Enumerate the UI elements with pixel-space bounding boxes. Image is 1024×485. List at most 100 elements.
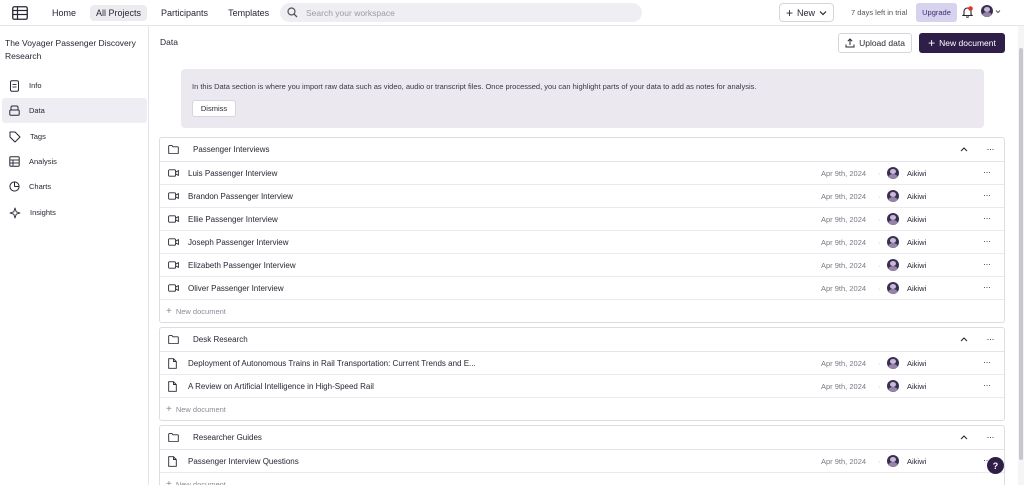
document-date: Apr 9th, 2024 [821,283,867,293]
new-dropdown-button[interactable]: + New [779,3,834,22]
scrollbar-thumb[interactable] [1019,48,1023,460]
document-row[interactable]: A Review on Artificial Intelligence in H… [160,375,1004,398]
document-row[interactable]: Elizabeth Passenger Interview Apr 9th, 20… [160,254,1004,277]
document-row[interactable]: Ellie Passenger Interview Apr 9th, 2024 · A… [160,208,1004,231]
sparkle-icon [9,207,21,218]
document-title[interactable]: Luis Passenger Interview [188,169,277,178]
new-document-row[interactable]: + New document [160,398,1004,420]
sidebar-item-label: Charts [29,182,52,191]
folder-section: Desk Research ··· Deployment of Autonomous… [159,327,1005,421]
plus-icon: + [928,36,936,50]
sidebar-item-data[interactable]: Data [2,98,147,123]
folder-icon [168,335,186,344]
author-avatar [887,282,899,294]
folder-name: Researcher Guides [193,433,262,442]
project-title: The Voyager Passenger Discovery Research [5,38,136,61]
folder-section: Passenger Interviews ··· Luis Passenger In… [159,137,1005,323]
document-author: Aikiwi [907,168,927,178]
sidebar-item-charts[interactable]: Charts [2,174,147,199]
more-options-icon[interactable]: ··· [983,357,991,367]
sidebar-item-tags[interactable]: Tags [2,124,147,149]
separator-dot: · [878,456,881,466]
separator-dot: · [878,358,881,368]
document-row[interactable]: Oliver Passenger Interview Apr 9th, 2024 ·… [160,277,1004,300]
new-document-row-label: New document [175,306,226,316]
user-avatar-menu[interactable] [981,5,1001,17]
collapse-chevron-icon[interactable] [960,146,975,152]
document-title[interactable]: Elizabeth Passenger Interview [188,261,296,270]
sidebar-item-label: Info [29,81,42,90]
document-title[interactable]: Ellie Passenger Interview [188,215,278,224]
folder-icon [168,145,186,154]
video-icon [168,284,180,292]
more-options-icon[interactable]: ··· [983,190,991,200]
separator-dot: · [878,214,881,224]
nav-participants[interactable]: Participants [155,5,214,21]
sidebar-item-analysis[interactable]: Analysis [2,149,147,174]
document-title[interactable]: A Review on Artificial Intelligence in H… [188,382,374,391]
upload-data-button[interactable]: Upload data [838,33,912,53]
data-icon [9,105,20,116]
document-row[interactable]: Brandon Passenger Interview Apr 9th, 2024… [160,185,1004,208]
document-author: Aikiwi [907,260,927,270]
separator-dot: · [878,260,881,270]
notifications-bell-icon[interactable] [961,6,974,20]
new-document-row[interactable]: + New document [160,300,1004,322]
document-title[interactable]: Passenger Interview Questions [188,457,299,466]
new-document-label: New document [939,38,996,48]
upgrade-button[interactable]: Upgrade [916,3,957,22]
new-document-row-label: New document [175,479,226,485]
page-title: Data [160,37,178,47]
plus-icon: + [166,305,172,317]
document-title[interactable]: Joseph Passenger Interview [188,238,289,247]
folder-more-options-icon[interactable]: ··· [987,334,995,344]
folder-more-options-icon[interactable]: ··· [987,432,995,442]
nav-home[interactable]: Home [46,5,82,21]
help-button[interactable]: ? [987,457,1004,474]
document-row[interactable]: Passenger Interview Questions Apr 9th, 20… [160,450,1004,473]
scrollbar[interactable] [1018,26,1024,485]
search-input[interactable]: Search your workspace [280,3,642,22]
author-avatar [887,167,899,179]
folder-header[interactable]: Researcher Guides ··· [160,426,1004,450]
document-title[interactable]: Deployment of Autonomous Trains in Rail … [188,359,476,368]
more-options-icon[interactable]: ··· [983,167,991,177]
nav-all-projects[interactable]: All Projects [90,4,148,21]
separator-dot: · [878,237,881,247]
document-date: Apr 9th, 2024 [821,381,867,391]
document-date: Apr 9th, 2024 [821,237,867,247]
folder-header[interactable]: Passenger Interviews ··· [160,138,1004,162]
document-title[interactable]: Brandon Passenger Interview [188,192,293,201]
more-options-icon[interactable]: ··· [983,213,991,223]
document-row[interactable]: Joseph Passenger Interview Apr 9th, 2024 ·… [160,231,1004,254]
folder-name: Desk Research [193,335,248,344]
more-options-icon[interactable]: ··· [983,282,991,292]
folder-section: Researcher Guides ··· Passenger Interview … [159,425,1005,485]
nav-templates[interactable]: Templates [222,5,275,21]
document-author: Aikiwi [907,283,927,293]
folder-more-options-icon[interactable]: ··· [987,144,995,154]
document-row[interactable]: Deployment of Autonomous Trains in Rail … [160,352,1004,375]
document-icon [168,357,180,369]
new-document-row[interactable]: + New document [160,473,1004,485]
folder-icon [168,433,186,442]
more-options-icon[interactable]: ··· [983,380,991,390]
collapse-chevron-icon[interactable] [960,434,975,440]
document-row[interactable]: Luis Passenger Interview Apr 9th, 2024 · Ai… [160,162,1004,185]
sidebar-item-info[interactable]: Info [2,73,147,98]
dismiss-button[interactable]: Dismiss [192,100,236,117]
new-document-button[interactable]: + New document [919,33,1005,53]
more-options-icon[interactable]: ··· [983,259,991,269]
sidebar-item-insights[interactable]: Insights [2,200,147,225]
table-icon [9,156,20,167]
collapse-chevron-icon[interactable] [960,336,975,342]
app-logo-icon[interactable] [11,5,29,21]
main-content: Data Upload data + New document In this … [150,26,1018,485]
document-title[interactable]: Oliver Passenger Interview [188,284,284,293]
chevron-down-icon [819,10,827,15]
document-date: Apr 9th, 2024 [821,456,867,466]
new-document-row-label: New document [175,404,226,414]
folder-header[interactable]: Desk Research ··· [160,328,1004,352]
more-options-icon[interactable]: ··· [983,236,991,246]
document-author: Aikiwi [907,381,927,391]
